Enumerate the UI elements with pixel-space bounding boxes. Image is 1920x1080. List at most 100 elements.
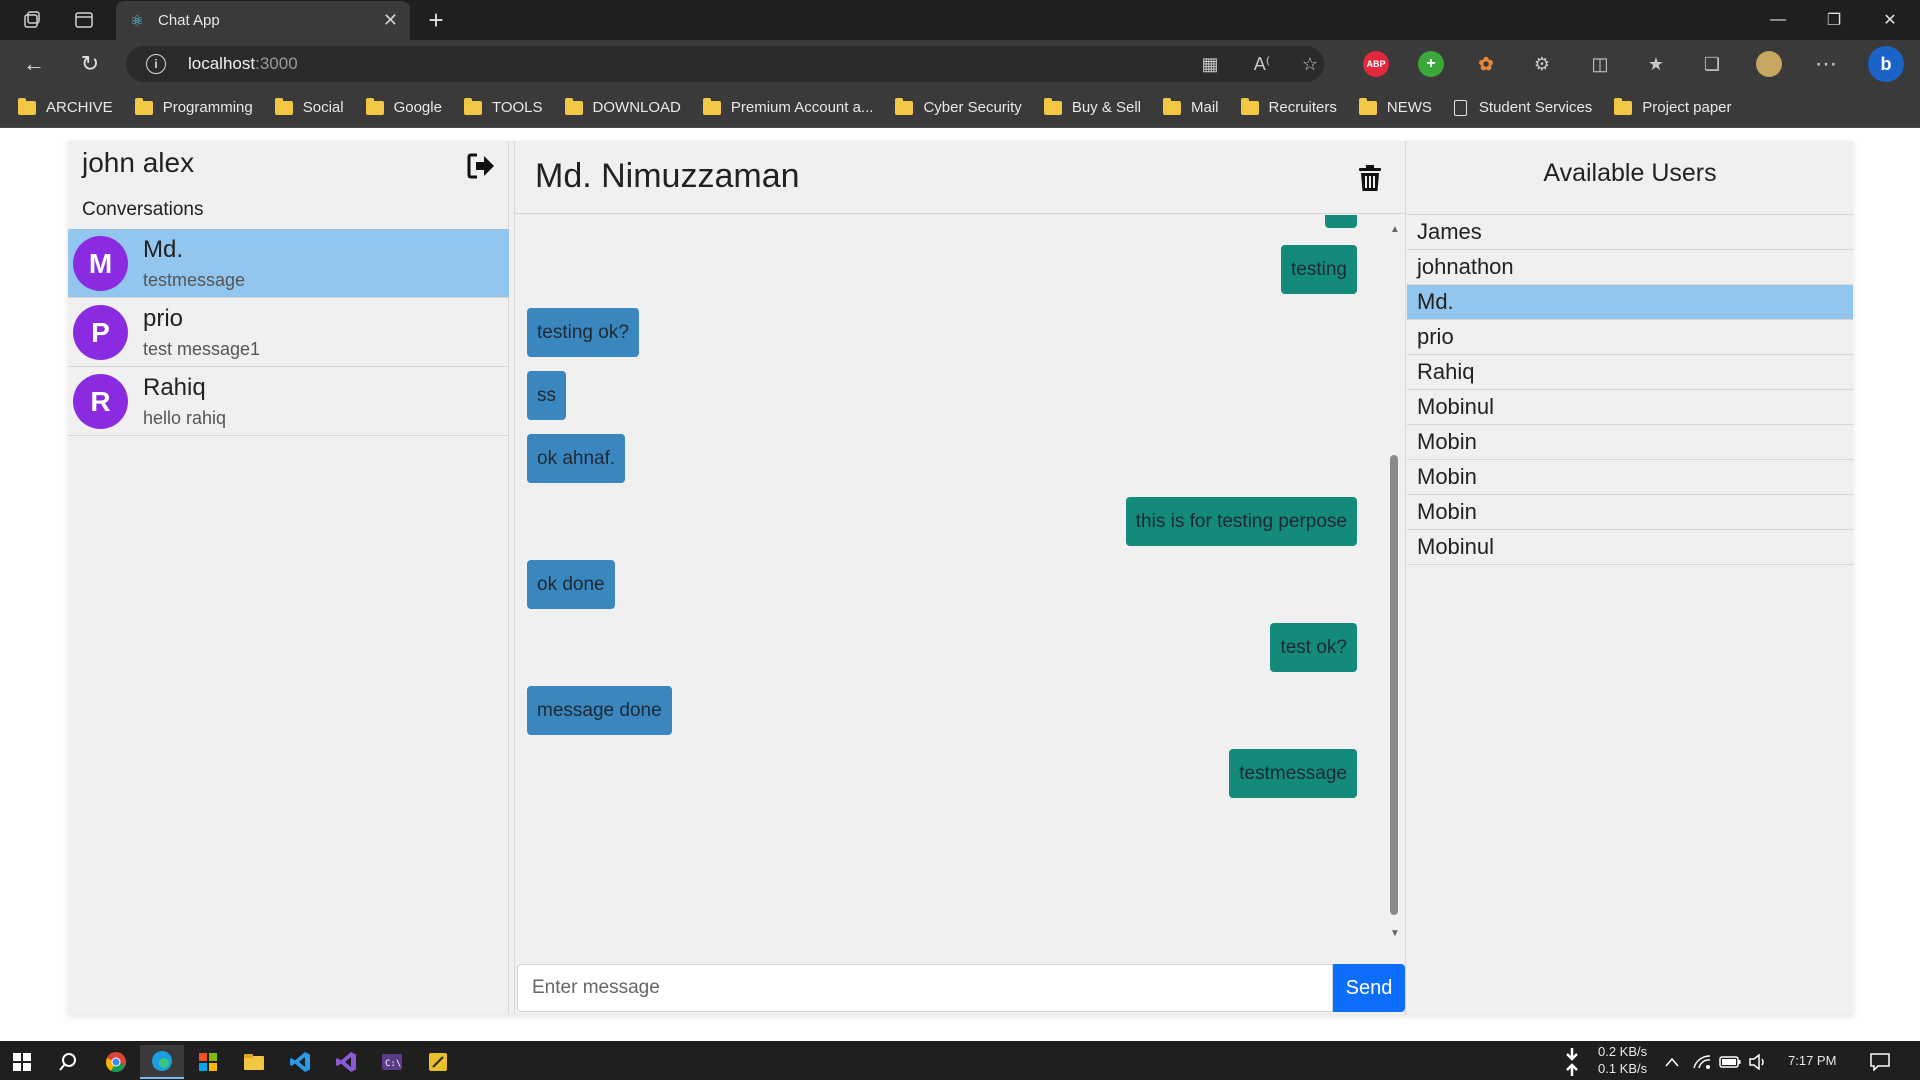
clock-time[interactable]: 7:17 PM [1788, 1053, 1836, 1068]
volume-icon[interactable] [1744, 1045, 1772, 1079]
bookmark-item[interactable]: Social [274, 97, 344, 116]
extensions-puzzle-icon[interactable]: ⚙ [1528, 50, 1556, 78]
browser-titlebar: ⚛ Chat App ✕ + — ❐ ✕ [0, 0, 1920, 40]
avatar: P [73, 305, 128, 360]
available-user-item[interactable]: prio [1407, 320, 1853, 355]
bookmark-item[interactable]: NEWS [1358, 97, 1432, 116]
back-icon[interactable]: ← [18, 48, 50, 80]
scroll-down-icon[interactable]: ▼ [1389, 927, 1401, 939]
tab-title: Chat App [158, 12, 220, 29]
bookmark-item[interactable]: Project paper [1614, 97, 1732, 116]
bookmark-item[interactable]: DOWNLOAD [564, 97, 681, 116]
folder-icon [1614, 97, 1633, 115]
available-user-item[interactable]: Mobin [1407, 495, 1853, 530]
bookmark-item[interactable]: Student Services [1453, 99, 1592, 116]
new-tab-button[interactable]: + [420, 0, 452, 40]
page-icon [1453, 99, 1467, 116]
conversations-heading: Conversations [82, 199, 204, 220]
bookmark-item[interactable]: Mail [1163, 97, 1219, 116]
incoming-message: ok ahnaf. [527, 434, 626, 483]
available-user-item[interactable]: Mobinul [1407, 390, 1853, 425]
wifi-icon[interactable] [1688, 1045, 1716, 1079]
edge-icon[interactable] [140, 1045, 184, 1079]
available-user-item[interactable]: Mobinul [1407, 530, 1853, 565]
show-hidden-icons-chevron-icon[interactable] [1660, 1045, 1684, 1079]
conversation-preview: test message1 [143, 339, 261, 359]
green-extension-icon[interactable]: + [1418, 51, 1444, 77]
chrome-icon[interactable] [94, 1045, 138, 1079]
adblock-plus-icon[interactable]: ABP [1363, 51, 1389, 77]
conversation-item[interactable]: Pprio test message1 [68, 298, 509, 367]
logout-icon[interactable] [466, 151, 496, 181]
incoming-message: testing ok? [527, 308, 639, 357]
message-list[interactable]: testing testing ok? ss ok ahnaf. this is for… [515, 215, 1385, 939]
vscode-icon[interactable] [278, 1045, 322, 1079]
folder-icon [895, 97, 914, 115]
bookmark-item[interactable]: Google [365, 97, 442, 116]
notifications-icon[interactable] [1860, 1045, 1900, 1079]
available-user-item[interactable]: Mobin [1407, 425, 1853, 460]
workspaces-icon[interactable] [10, 0, 54, 40]
bookmark-item[interactable]: Premium Account a... [702, 97, 874, 116]
windows-start-icon[interactable] [0, 1045, 44, 1079]
available-user-item[interactable]: Mobin [1407, 460, 1853, 495]
folder-icon [274, 97, 293, 115]
folder-icon [1043, 97, 1062, 115]
split-screen-icon[interactable]: ◫ [1586, 50, 1614, 78]
message-scrollbar[interactable]: ▲ ▼ [1385, 223, 1403, 941]
bookmark-label: Premium Account a... [730, 99, 874, 116]
collections-icon[interactable]: ❏ [1698, 50, 1726, 78]
folder-icon [1163, 97, 1182, 115]
restore-icon[interactable]: ❐ [1806, 0, 1862, 40]
available-user-item[interactable]: johnathon [1407, 250, 1853, 285]
terminal-icon[interactable]: C:\ [370, 1045, 414, 1079]
outgoing-message: testmessage [1229, 749, 1357, 798]
address-bar[interactable]: i localhost :3000 [126, 46, 1324, 82]
bookmark-item[interactable]: TOOLS [463, 97, 543, 116]
close-tab-icon[interactable]: ✕ [383, 10, 398, 31]
file-explorer-icon[interactable] [232, 1045, 276, 1079]
conversation-item[interactable]: M Md. testmessage [68, 229, 509, 298]
cookie-extension-icon[interactable]: ✿ [1473, 51, 1499, 77]
close-window-icon[interactable]: ✕ [1862, 0, 1918, 40]
favorites-icon[interactable]: ★ [1642, 50, 1670, 78]
battery-icon[interactable] [1716, 1045, 1744, 1079]
scroll-thumb[interactable] [1390, 455, 1398, 915]
available-user-item[interactable]: James [1407, 215, 1853, 250]
bookmark-item[interactable]: Cyber Security [895, 97, 1022, 116]
available-user-item[interactable]: Md. [1407, 285, 1853, 320]
bookmark-item[interactable]: Programming [134, 97, 253, 116]
visual-studio-icon[interactable] [324, 1045, 368, 1079]
message-input[interactable] [517, 964, 1333, 1012]
scroll-up-icon[interactable]: ▲ [1389, 223, 1401, 235]
outgoing-message: testing [1281, 245, 1357, 294]
reload-icon[interactable]: ↻ [74, 48, 106, 80]
bookmark-label: TOOLS [491, 99, 543, 116]
available-users-panel: Available Users James johnathon Md. prio Rah… [1407, 141, 1853, 1014]
bookmarks-bar: ARCHIVE Programming Social Google TOOLS DOWNL… [0, 88, 1920, 128]
conversation-preview: testmessage [143, 270, 246, 290]
tab-actions-icon[interactable] [62, 0, 106, 40]
site-info-icon[interactable]: i [146, 54, 166, 74]
tab-chat-app[interactable]: ⚛ Chat App ✕ [116, 1, 410, 40]
delete-conversation-icon[interactable] [1355, 161, 1385, 195]
conversation-item[interactable]: R Rahiq hello rahiq [68, 367, 509, 436]
available-user-item[interactable]: Rahiq [1407, 355, 1853, 390]
microsoft-store-icon[interactable] [186, 1045, 230, 1079]
minimize-icon[interactable]: — [1750, 0, 1806, 40]
profile-avatar-icon[interactable] [1756, 51, 1782, 77]
folder-icon [1240, 97, 1259, 115]
sketch-app-icon[interactable] [416, 1045, 460, 1079]
bookmark-item[interactable]: Buy & Sell [1043, 97, 1141, 116]
read-aloud-icon[interactable]: A⁽ [1248, 50, 1276, 78]
conversation-preview: hello rahiq [143, 408, 227, 428]
bookmark-item[interactable]: ARCHIVE [18, 97, 113, 116]
bing-copilot-icon[interactable]: b [1868, 46, 1904, 82]
more-menu-icon[interactable]: ⋯ [1812, 50, 1840, 78]
bookmark-item[interactable]: Recruiters [1240, 97, 1337, 116]
favorite-star-icon[interactable]: ☆ [1296, 50, 1324, 78]
send-button[interactable]: Send [1333, 964, 1405, 1012]
search-icon[interactable] [46, 1045, 90, 1079]
app-available-icon[interactable]: ▦ [1196, 50, 1224, 78]
folder-icon [18, 97, 36, 115]
